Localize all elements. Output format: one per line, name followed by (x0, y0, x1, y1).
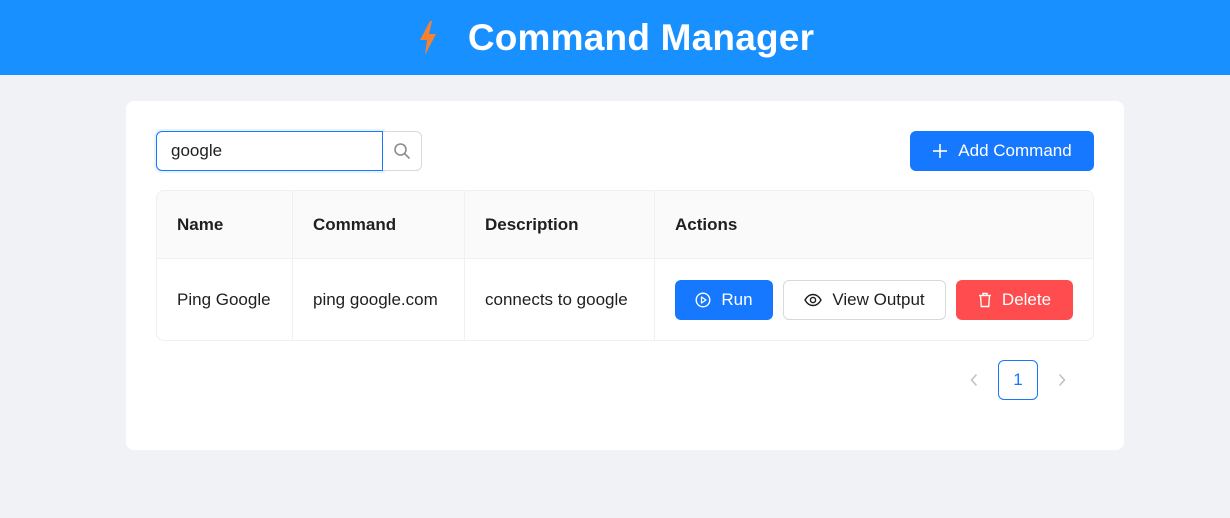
column-header-name: Name (157, 191, 293, 259)
cell-name: Ping Google (157, 259, 293, 340)
search-icon (393, 142, 411, 160)
run-button[interactable]: Run (675, 279, 773, 320)
table-row: Ping Google ping google.com connects to … (157, 259, 1093, 340)
add-command-label: Add Command (958, 141, 1072, 160)
cell-actions: Run View Output Delete (655, 259, 1093, 340)
run-label: Run (721, 289, 753, 309)
plus-icon (932, 143, 948, 159)
eye-icon (804, 293, 823, 307)
delete-button[interactable]: Delete (956, 279, 1073, 320)
row-actions: Run View Output Delete (675, 279, 1073, 320)
search-group (156, 131, 422, 171)
page-number-current[interactable]: 1 (998, 360, 1038, 400)
delete-label: Delete (1001, 289, 1052, 309)
commands-card: Add Command Name Command Description Act… (126, 101, 1124, 450)
chevron-right-icon (1057, 373, 1067, 387)
lightning-bolt-icon (416, 20, 442, 56)
view-output-button[interactable]: View Output (783, 279, 946, 320)
chevron-left-icon (969, 373, 979, 387)
add-command-button[interactable]: Add Command (910, 131, 1094, 171)
app-header: Command Manager (0, 0, 1230, 75)
prev-page-button[interactable] (956, 360, 992, 400)
cell-description: connects to google (465, 259, 655, 340)
column-header-actions: Actions (655, 191, 1093, 259)
search-input[interactable] (156, 131, 383, 171)
table-header-row: Name Command Description Actions (157, 191, 1093, 259)
cell-command: ping google.com (293, 259, 465, 340)
view-output-label: View Output (832, 289, 925, 309)
column-header-command: Command (293, 191, 465, 259)
column-header-description: Description (465, 191, 655, 259)
commands-table: Name Command Description Actions Ping Go… (156, 190, 1094, 341)
search-button[interactable] (383, 131, 422, 171)
pagination: 1 (956, 360, 1080, 400)
trash-icon (978, 292, 992, 308)
app-title: Command Manager (467, 16, 815, 58)
play-circle-icon (695, 291, 711, 308)
next-page-button[interactable] (1044, 360, 1080, 400)
